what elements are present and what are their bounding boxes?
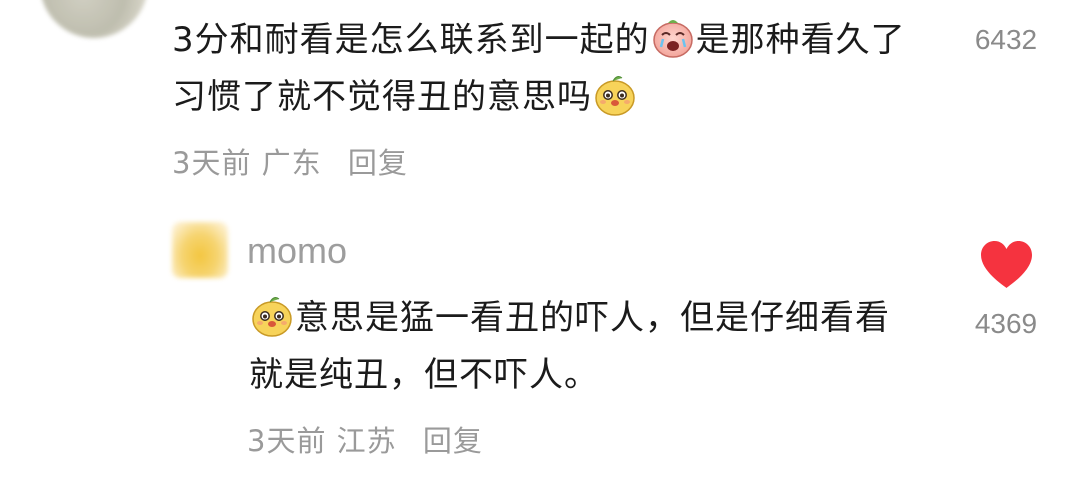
reply-reply-button[interactable]: 回复 (423, 424, 483, 458)
reply-meta: 3天前 江苏 回复 (247, 418, 483, 460)
like-count: 6432 (974, 24, 1038, 55)
comment-text: 3分和耐看是怎么联系到一起的 是那种看久了习惯了就不觉得丑的意思吗 (172, 12, 932, 126)
reply-avatar[interactable] (172, 222, 228, 278)
comment-location: 广东 (261, 146, 322, 180)
reply-location: 江苏 (336, 424, 397, 458)
comment-text-part1: 3分和耐看是怎么联系到一起的 (172, 20, 650, 60)
reply-time: 3天前 (247, 424, 327, 458)
comment-meta: 3天前 广东 回复 (172, 140, 408, 182)
comment-time: 3天前 (172, 146, 252, 180)
crying-face-emoji-icon (651, 15, 695, 59)
heart-outline-icon[interactable] (985, 0, 1025, 6)
reply-like-count: 4369 (974, 308, 1038, 339)
reply-username[interactable]: momo (247, 230, 347, 272)
reply-text: 意思是猛一看丑的吓人，但是仔细看看就是纯丑，但不吓人。 (249, 290, 909, 404)
avatar[interactable] (40, 0, 148, 38)
smiling-mango-emoji-icon (250, 293, 294, 337)
smiling-mango-emoji-icon (593, 72, 637, 116)
comment-thread: 3分和耐看是怎么联系到一起的 是那种看久了习惯了就不觉得丑的意思吗 3天前 广东… (0, 0, 1080, 485)
heart-filled-icon[interactable] (979, 240, 1034, 290)
reply-button[interactable]: 回复 (348, 146, 408, 180)
reply-text-content: 意思是猛一看丑的吓人，但是仔细看看就是纯丑，但不吓人。 (249, 298, 890, 395)
